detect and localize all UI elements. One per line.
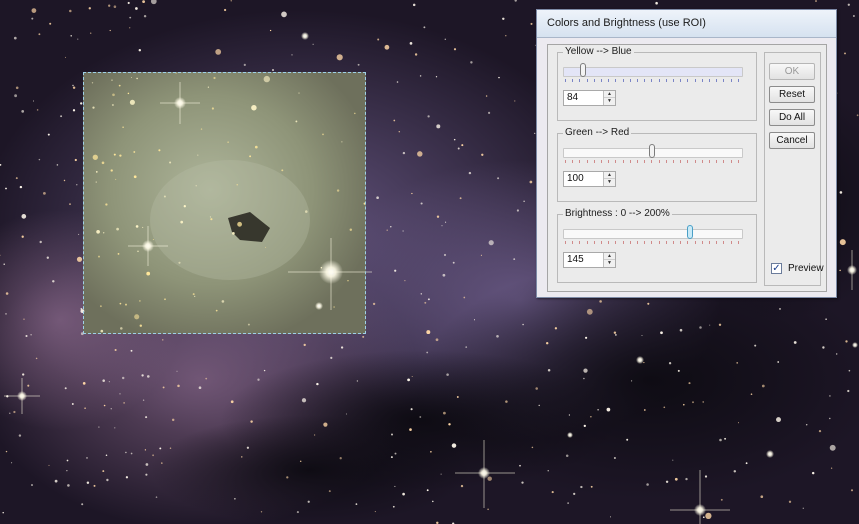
brightness-spinner[interactable]: ▲ ▼: [603, 253, 615, 267]
preview-label: Preview: [788, 263, 824, 274]
reset-button[interactable]: Reset: [769, 86, 815, 103]
roi-selection[interactable]: [83, 72, 366, 334]
green-red-value: 100: [567, 173, 584, 184]
brightness-slider-thumb[interactable]: [686, 225, 693, 239]
yellow-blue-slider-track[interactable]: [563, 67, 743, 77]
green-red-ticks: [565, 160, 741, 164]
brightness-group: Brightness : 0 --> 200% 145 ▲ ▼: [557, 208, 757, 283]
brightness-value: 145: [567, 254, 584, 265]
spin-up-icon[interactable]: ▲: [604, 172, 615, 179]
spin-down-icon[interactable]: ▼: [604, 98, 615, 105]
green-red-slider-thumb[interactable]: [649, 144, 655, 158]
brightness-value-input[interactable]: 145 ▲ ▼: [563, 252, 616, 268]
dialog-title: Colors and Brightness (use ROI): [547, 17, 706, 29]
colors-brightness-dialog: Colors and Brightness (use ROI) Yellow -…: [536, 9, 837, 298]
green-red-value-input[interactable]: 100 ▲ ▼: [563, 171, 616, 187]
green-red-spinner[interactable]: ▲ ▼: [603, 172, 615, 186]
dialog-body: Yellow --> Blue 84 ▲ ▼ Green --> Red 100…: [547, 44, 827, 292]
cancel-button[interactable]: Cancel: [769, 132, 815, 149]
ok-button[interactable]: OK: [769, 63, 815, 80]
spin-down-icon[interactable]: ▼: [604, 179, 615, 186]
brightness-label: Brightness : 0 --> 200%: [563, 208, 672, 219]
green-red-group: Green --> Red 100 ▲ ▼: [557, 127, 757, 202]
green-red-label: Green --> Red: [563, 127, 632, 138]
yellow-blue-value-input[interactable]: 84 ▲ ▼: [563, 90, 616, 106]
brightness-ticks: [565, 241, 741, 245]
yellow-blue-group: Yellow --> Blue 84 ▲ ▼: [557, 46, 757, 121]
yellow-blue-value: 84: [567, 92, 579, 103]
yellow-blue-spinner[interactable]: ▲ ▼: [603, 91, 615, 105]
spin-up-icon[interactable]: ▲: [604, 253, 615, 260]
do-all-button[interactable]: Do All: [769, 109, 815, 126]
yellow-blue-label: Yellow --> Blue: [563, 46, 634, 57]
preview-checkbox[interactable]: ✓: [771, 263, 782, 274]
dialog-titlebar[interactable]: Colors and Brightness (use ROI): [537, 10, 836, 38]
spin-up-icon[interactable]: ▲: [604, 91, 615, 98]
brightness-slider-track[interactable]: [563, 229, 743, 239]
yellow-blue-slider-thumb[interactable]: [580, 63, 587, 77]
spin-down-icon[interactable]: ▼: [604, 260, 615, 267]
button-column: OK Reset Do All Cancel: [764, 52, 821, 286]
yellow-blue-ticks: [565, 79, 741, 83]
